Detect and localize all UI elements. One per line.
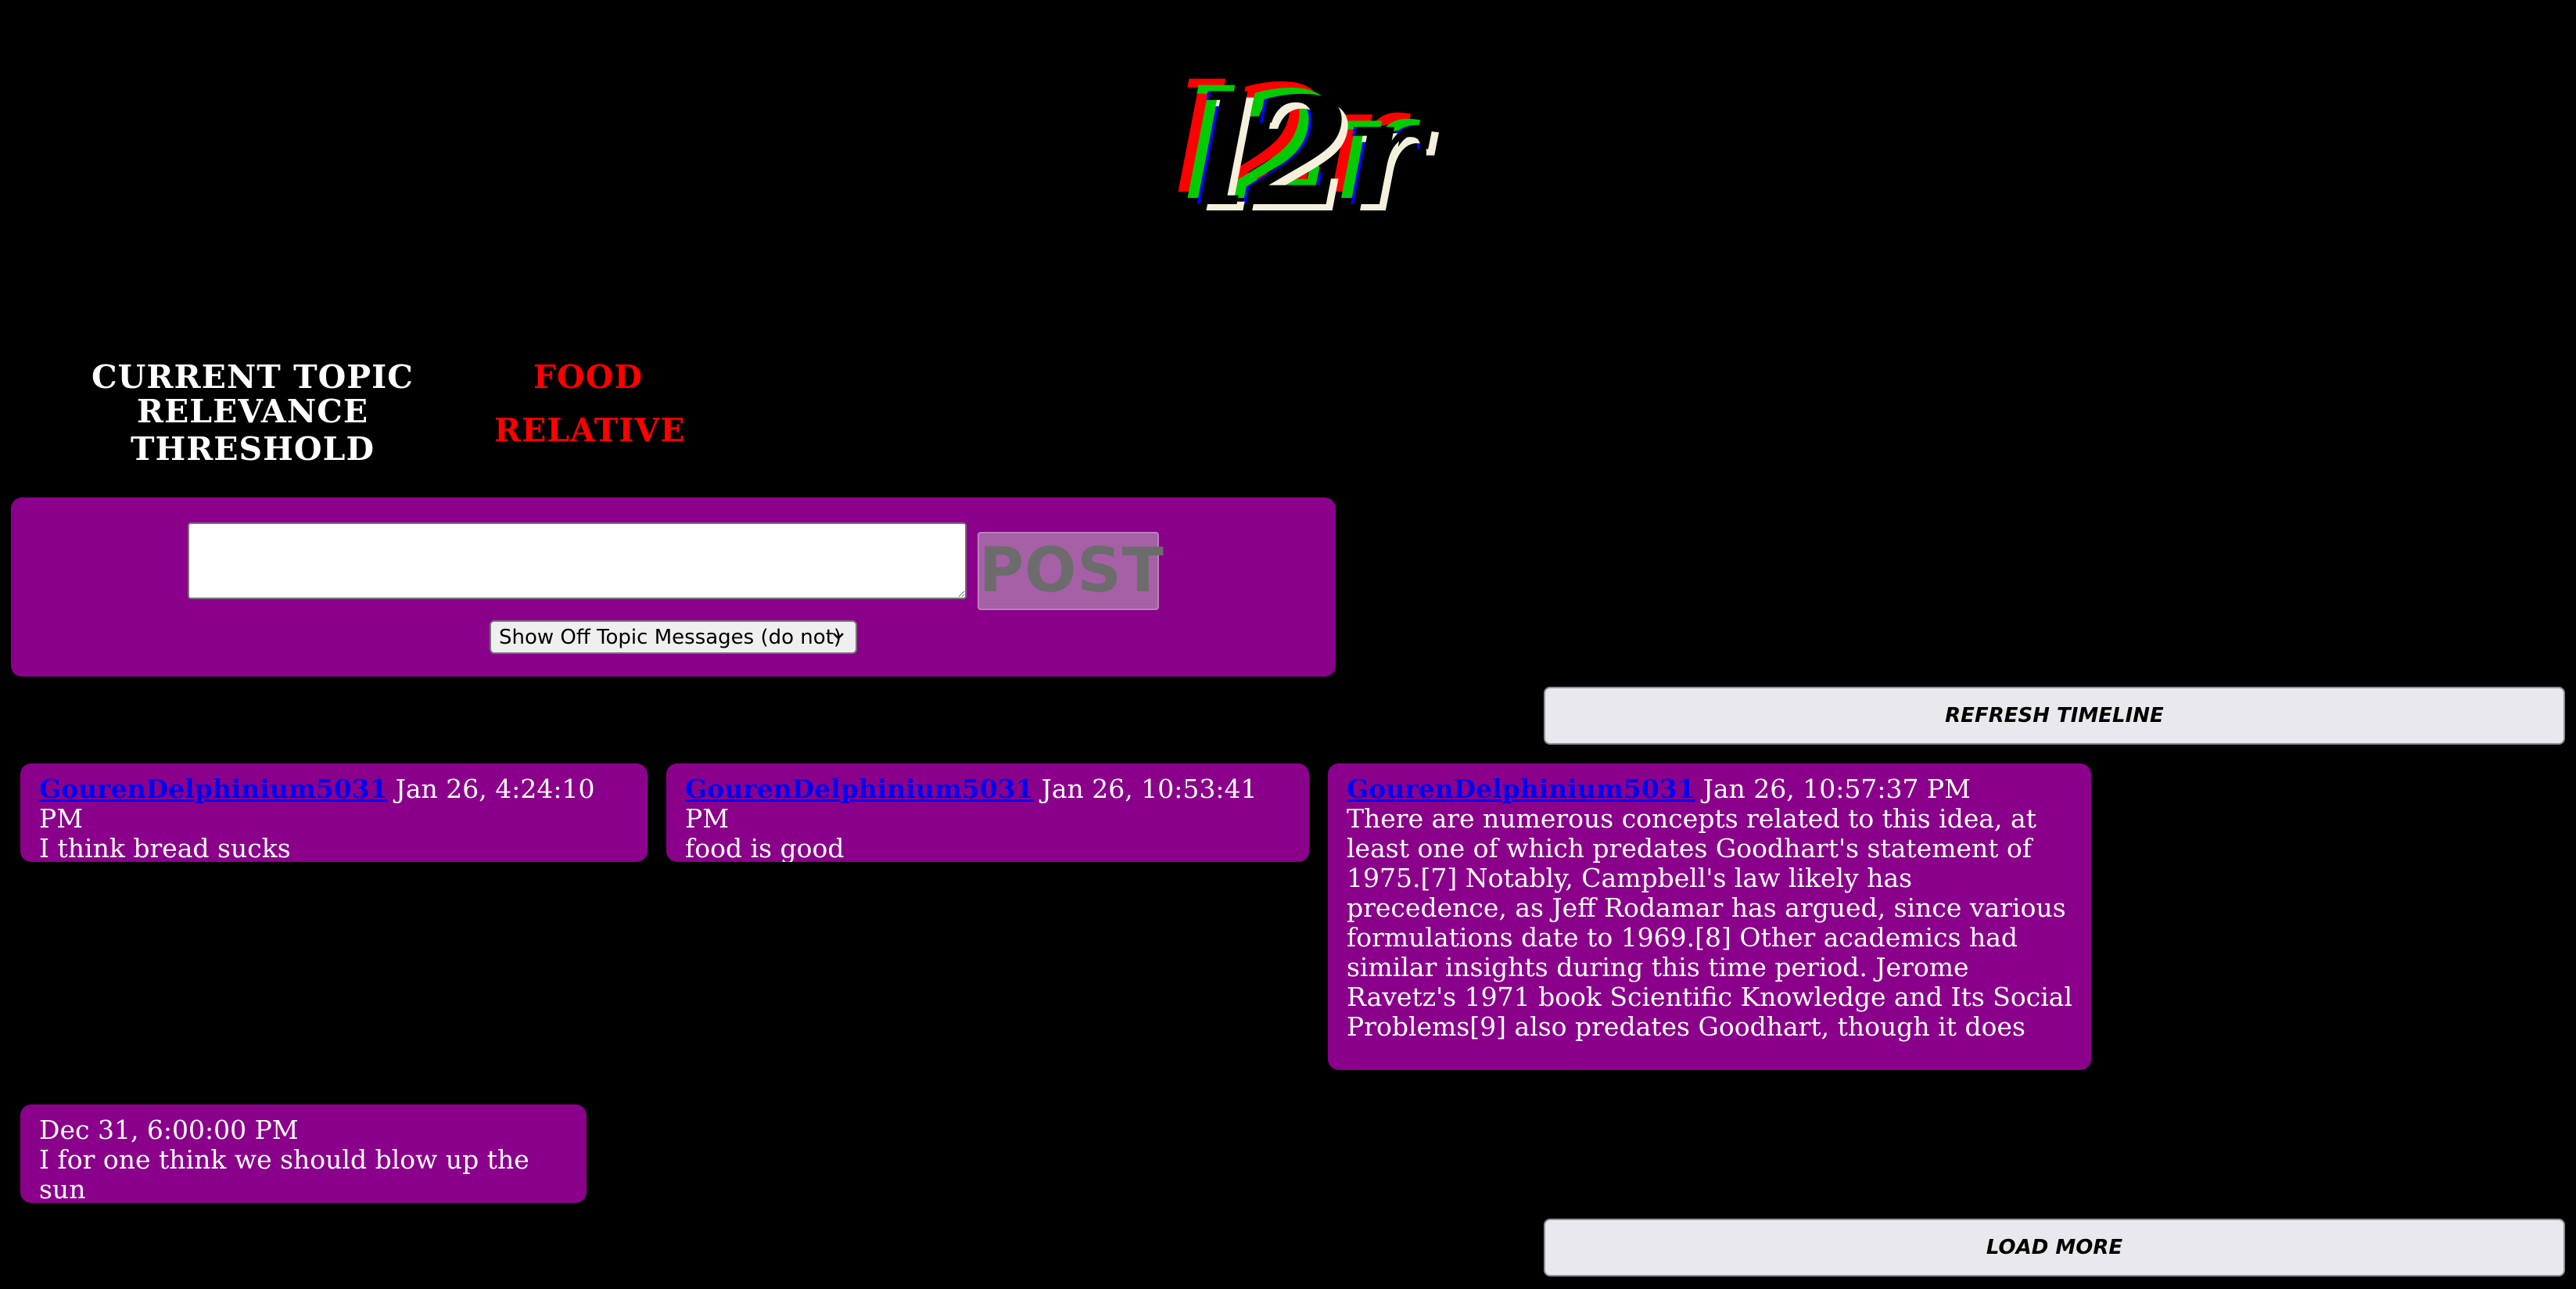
logo-layer-shadow: l2r <box>1195 65 1423 239</box>
message-timestamp: Dec 31, 6:00:00 PM <box>39 1115 299 1145</box>
message-timestamp: Jan 26, 10:57:37 PM <box>1702 774 1971 804</box>
chevron-down-icon <box>833 633 844 640</box>
offtopic-filter-select[interactable]: Show Off Topic Messages (do not) <box>490 620 857 654</box>
message-author-link[interactable]: GourenDelphinium5031 <box>685 774 1034 804</box>
relevance-threshold-row: RELEVANCE THRESHOLD RELATIVE <box>11 393 686 468</box>
site-logo: l2r l2r l2r l2r l2r <box>1173 66 1455 246</box>
refresh-timeline-button[interactable]: REFRESH TIMELINE <box>1544 687 2565 745</box>
message-body: I for one think we should blow up the su… <box>39 1144 529 1204</box>
message-card: GourenDelphinium5031 Jan 26, 10:57:37 PM … <box>1328 763 2091 1070</box>
message-card: Dec 31, 6:00:00 PM I for one think we sh… <box>20 1104 587 1203</box>
relevance-threshold-value: RELATIVE <box>494 411 686 449</box>
message-input[interactable] <box>188 522 967 599</box>
message-author-link[interactable]: GourenDelphinium5031 <box>1347 774 1695 804</box>
current-topic-value: FOOD <box>533 358 644 396</box>
message-body: food is good <box>685 833 845 863</box>
current-topic-label: CURRENT TOPIC <box>91 358 414 396</box>
message-body: I think bread sucks <box>39 833 291 863</box>
message-card: GourenDelphinium5031 Jan 26, 4:24:10 PM I… <box>20 763 648 862</box>
post-button[interactable]: POST <box>978 532 1164 610</box>
load-more-button[interactable]: LOAD MORE <box>1544 1219 2565 1276</box>
compose-panel: POST Show Off Topic Messages (do not) <box>11 497 1336 677</box>
message-card: GourenDelphinium5031 Jan 26, 10:53:41 PM … <box>666 763 1309 862</box>
relevance-threshold-label: RELEVANCE THRESHOLD <box>130 393 375 468</box>
message-body: There are numerous concepts related to t… <box>1347 804 2072 1042</box>
offtopic-filter-value: Show Off Topic Messages (do not) <box>499 625 842 649</box>
message-author-link[interactable]: GourenDelphinium5031 <box>39 774 388 804</box>
topic-info: CURRENT TOPIC FOOD RELEVANCE THRESHOLD R… <box>11 350 686 468</box>
